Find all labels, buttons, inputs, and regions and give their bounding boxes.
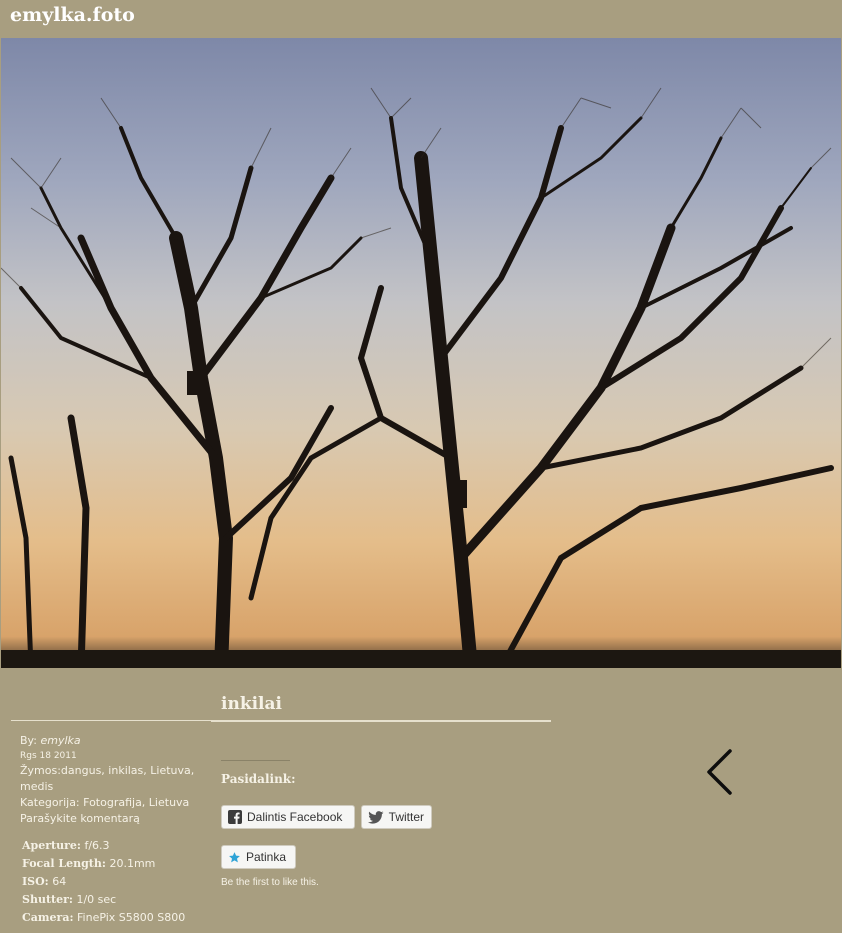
share-twitter-label: Twitter (388, 810, 424, 824)
exif-shutter: Shutter: 1/0 sec (22, 891, 211, 909)
post-title[interactable]: inkilai (221, 694, 282, 714)
site-title[interactable]: emylka.foto (10, 4, 135, 26)
by-label: By: (20, 734, 37, 747)
tree-silhouette-image (1, 87, 841, 668)
exif-value: 1/0 sec (76, 893, 117, 906)
post-photo[interactable] (1, 38, 841, 668)
share-twitter-button[interactable]: Twitter (361, 805, 432, 829)
exif-iso: ISO: 64 (22, 873, 211, 891)
exif-label: Aperture: (22, 839, 81, 852)
exif-aperture: Aperture: f/6.3 (22, 837, 211, 855)
author-line: By: emylka (20, 733, 211, 749)
exif-value: f/6.3 (84, 839, 110, 852)
post-category[interactable]: Kategorija: Fotografija, Lietuva (20, 795, 211, 811)
exif-label: Shutter: (22, 893, 73, 906)
exif-info: Aperture: f/6.3 Focal Length: 20.1mm ISO… (22, 837, 211, 927)
comment-link[interactable]: Parašykite komentarą (20, 811, 211, 827)
exif-camera: Camera: FinePix S5800 S800 (22, 909, 211, 927)
post-meta: By: emylka Rgs 18 2011 Žymos:dangus, ink… (20, 733, 211, 827)
like-button[interactable]: Patinka (221, 845, 296, 869)
facebook-icon (228, 810, 242, 824)
exif-label: Focal Length: (22, 857, 106, 870)
exif-label: Camera: (22, 911, 74, 924)
like-label: Patinka (246, 850, 287, 864)
chevron-left-icon[interactable] (703, 748, 735, 796)
star-icon (229, 851, 240, 862)
share-facebook-label: Dalintis Facebook (247, 810, 343, 824)
exif-focal-length: Focal Length: 20.1mm (22, 855, 211, 873)
author-link[interactable]: emylka (40, 734, 80, 747)
like-note: Be the first to like this. (221, 877, 319, 888)
exif-value: 20.1mm (109, 857, 156, 870)
twitter-icon (368, 810, 384, 824)
exif-value: FinePix S5800 S800 (77, 911, 186, 924)
post-date: Rgs 18 2011 (20, 751, 77, 761)
exif-label: ISO: (22, 875, 49, 888)
share-divider (221, 760, 290, 761)
meta-divider (11, 720, 211, 721)
share-label: Pasidalink: (221, 772, 296, 786)
site-header: emylka.foto (0, 0, 842, 38)
title-divider (211, 720, 551, 722)
share-facebook-button[interactable]: Dalintis Facebook (221, 805, 355, 829)
post-tags[interactable]: Žymos:dangus, inkilas, Lietuva, medis (20, 763, 211, 795)
exif-value: 64 (52, 875, 67, 888)
post-meta-sidebar: By: emylka Rgs 18 2011 Žymos:dangus, ink… (11, 720, 211, 927)
